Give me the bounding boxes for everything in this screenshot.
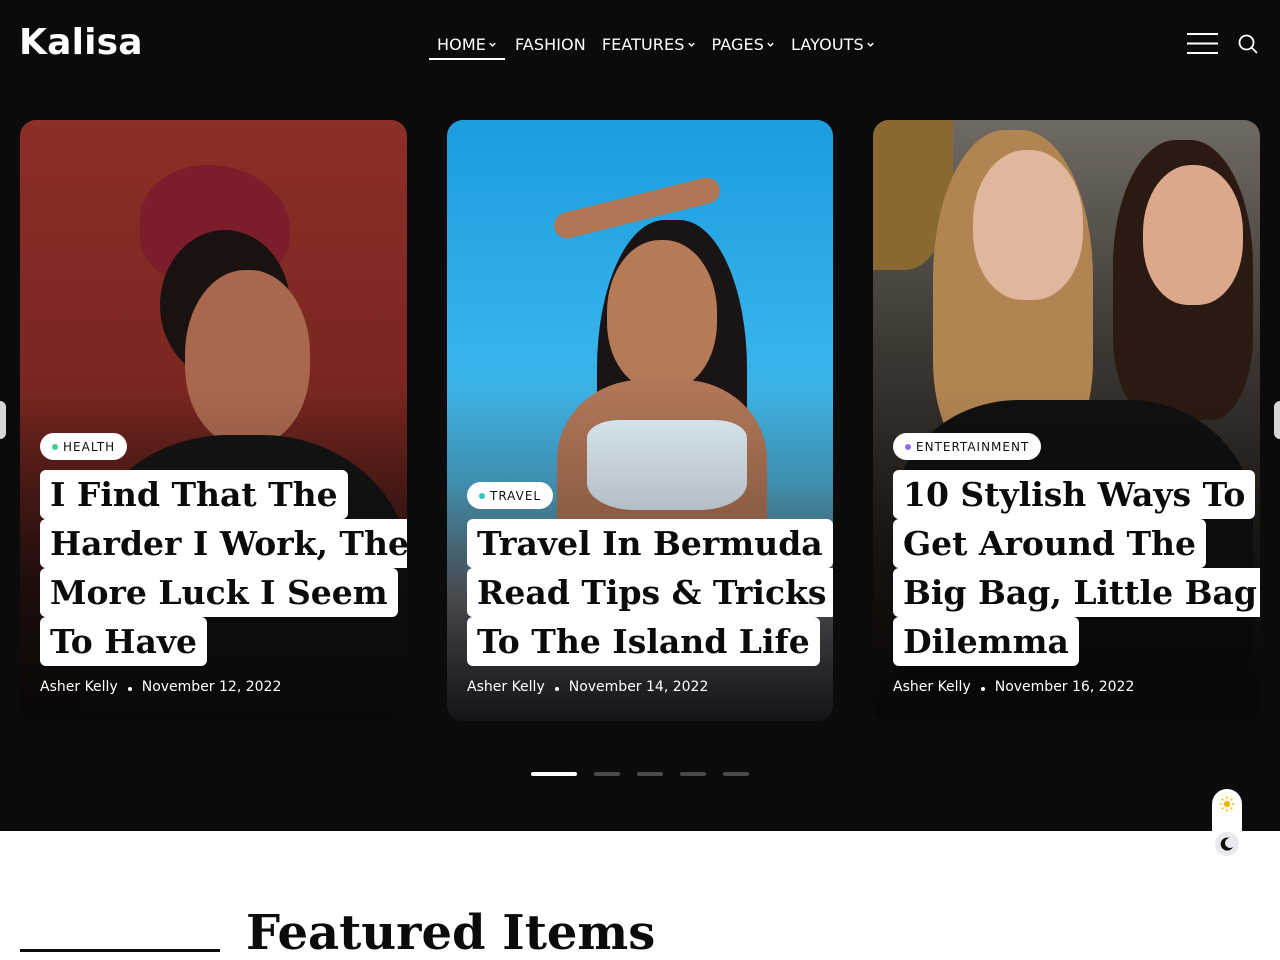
nav-label: LAYOUTS	[790, 34, 864, 54]
category-label: ENTERTAINMENT	[916, 439, 1030, 454]
author-link[interactable]: Asher Kelly	[467, 679, 545, 695]
sun-icon	[1219, 796, 1235, 812]
post-title-line: To Have	[40, 617, 208, 666]
nav-label: HOME	[437, 34, 486, 54]
post-title-line: Big Bag, Little Bag	[893, 568, 1260, 617]
post-card[interactable]: TRAVEL Travel In Bermuda Read Tips & Tri…	[447, 120, 833, 721]
post-date: November 14, 2022	[568, 679, 709, 695]
pagination-dot-4[interactable]	[680, 772, 706, 776]
nav-item-features[interactable]: FEATURES	[594, 28, 704, 60]
dark-mode-button[interactable]	[1215, 832, 1239, 856]
post-title-line: Read Tips & Tricks	[467, 568, 833, 617]
category-badge[interactable]: HEALTH	[40, 433, 128, 460]
pagination-dot-1[interactable]	[531, 772, 577, 776]
chevron-down-icon	[687, 42, 695, 47]
slider-prev-arrow[interactable]	[0, 401, 6, 439]
post-title-line: Get Around The	[893, 519, 1207, 568]
post-title-line: Dilemma	[893, 617, 1079, 666]
nav-item-home[interactable]: HOME	[429, 28, 505, 60]
meta-separator	[127, 686, 132, 691]
meta-separator	[980, 686, 985, 691]
chevron-down-icon	[767, 42, 774, 47]
post-card[interactable]: ENTERTAINMENT 10 Stylish Ways To Get Aro…	[873, 120, 1260, 721]
nav-item-fashion[interactable]: FASHION	[507, 28, 594, 60]
post-meta: Asher Kelly November 14, 2022	[467, 679, 708, 695]
nav-label: PAGES	[711, 34, 764, 54]
post-title-line: More Luck I Seem	[40, 568, 398, 617]
slider-pagination	[531, 772, 766, 776]
pagination-dot-3[interactable]	[637, 772, 663, 776]
post-title[interactable]: Travel In Bermuda Read Tips & Tricks To …	[467, 519, 833, 666]
category-badge[interactable]: TRAVEL	[467, 482, 554, 509]
moon-icon	[1220, 837, 1233, 851]
category-badge[interactable]: ENTERTAINMENT	[893, 433, 1042, 460]
category-dot	[52, 443, 58, 450]
nav-label: FASHION	[514, 34, 586, 54]
nav-label: FEATURES	[601, 34, 685, 54]
post-title-line: 10 Stylish Ways To	[893, 470, 1256, 519]
section-title: Featured Items	[246, 905, 656, 960]
site-logo[interactable]: Kalisa	[19, 22, 143, 63]
chevron-down-icon	[867, 42, 874, 47]
section-divider	[20, 949, 220, 952]
chevron-down-icon	[489, 42, 496, 47]
post-date: November 12, 2022	[141, 679, 282, 695]
nav-item-layouts[interactable]: LAYOUTS	[783, 28, 883, 60]
pagination-dot-5[interactable]	[723, 772, 749, 776]
author-link[interactable]: Asher Kelly	[893, 679, 971, 695]
post-date: November 16, 2022	[994, 679, 1135, 695]
main-nav: HOME FASHION FEATURES PAGES LAYOUTS	[429, 28, 883, 60]
post-meta: Asher Kelly November 12, 2022	[40, 679, 281, 695]
pagination-dot-2[interactable]	[594, 772, 620, 776]
theme-toggle	[1212, 789, 1242, 859]
post-title-line: I Find That The	[40, 470, 348, 519]
post-title[interactable]: I Find That The Harder I Work, The More …	[40, 470, 407, 666]
category-label: TRAVEL	[490, 488, 542, 503]
hero-section: Kalisa HOME FASHION FEATURES PAGES LAYOU…	[0, 0, 1280, 831]
light-mode-button[interactable]	[1215, 792, 1239, 816]
slider-next-arrow[interactable]	[1274, 401, 1280, 439]
search-icon[interactable]	[1238, 34, 1258, 54]
post-card[interactable]: HEALTH I Find That The Harder I Work, Th…	[20, 120, 407, 721]
category-label: HEALTH	[63, 439, 116, 454]
category-dot	[479, 492, 485, 499]
nav-item-pages[interactable]: PAGES	[704, 28, 783, 60]
meta-separator	[554, 686, 559, 691]
post-title-line: Harder I Work, The	[40, 519, 407, 568]
hamburger-menu-icon[interactable]	[1187, 32, 1218, 55]
category-dot	[905, 443, 911, 450]
post-title[interactable]: 10 Stylish Ways To Get Around The Big Ba…	[893, 470, 1260, 666]
post-title-line: To The Island Life	[467, 617, 820, 666]
post-title-line: Travel In Bermuda	[467, 519, 833, 568]
post-meta: Asher Kelly November 16, 2022	[893, 679, 1134, 695]
author-link[interactable]: Asher Kelly	[40, 679, 118, 695]
